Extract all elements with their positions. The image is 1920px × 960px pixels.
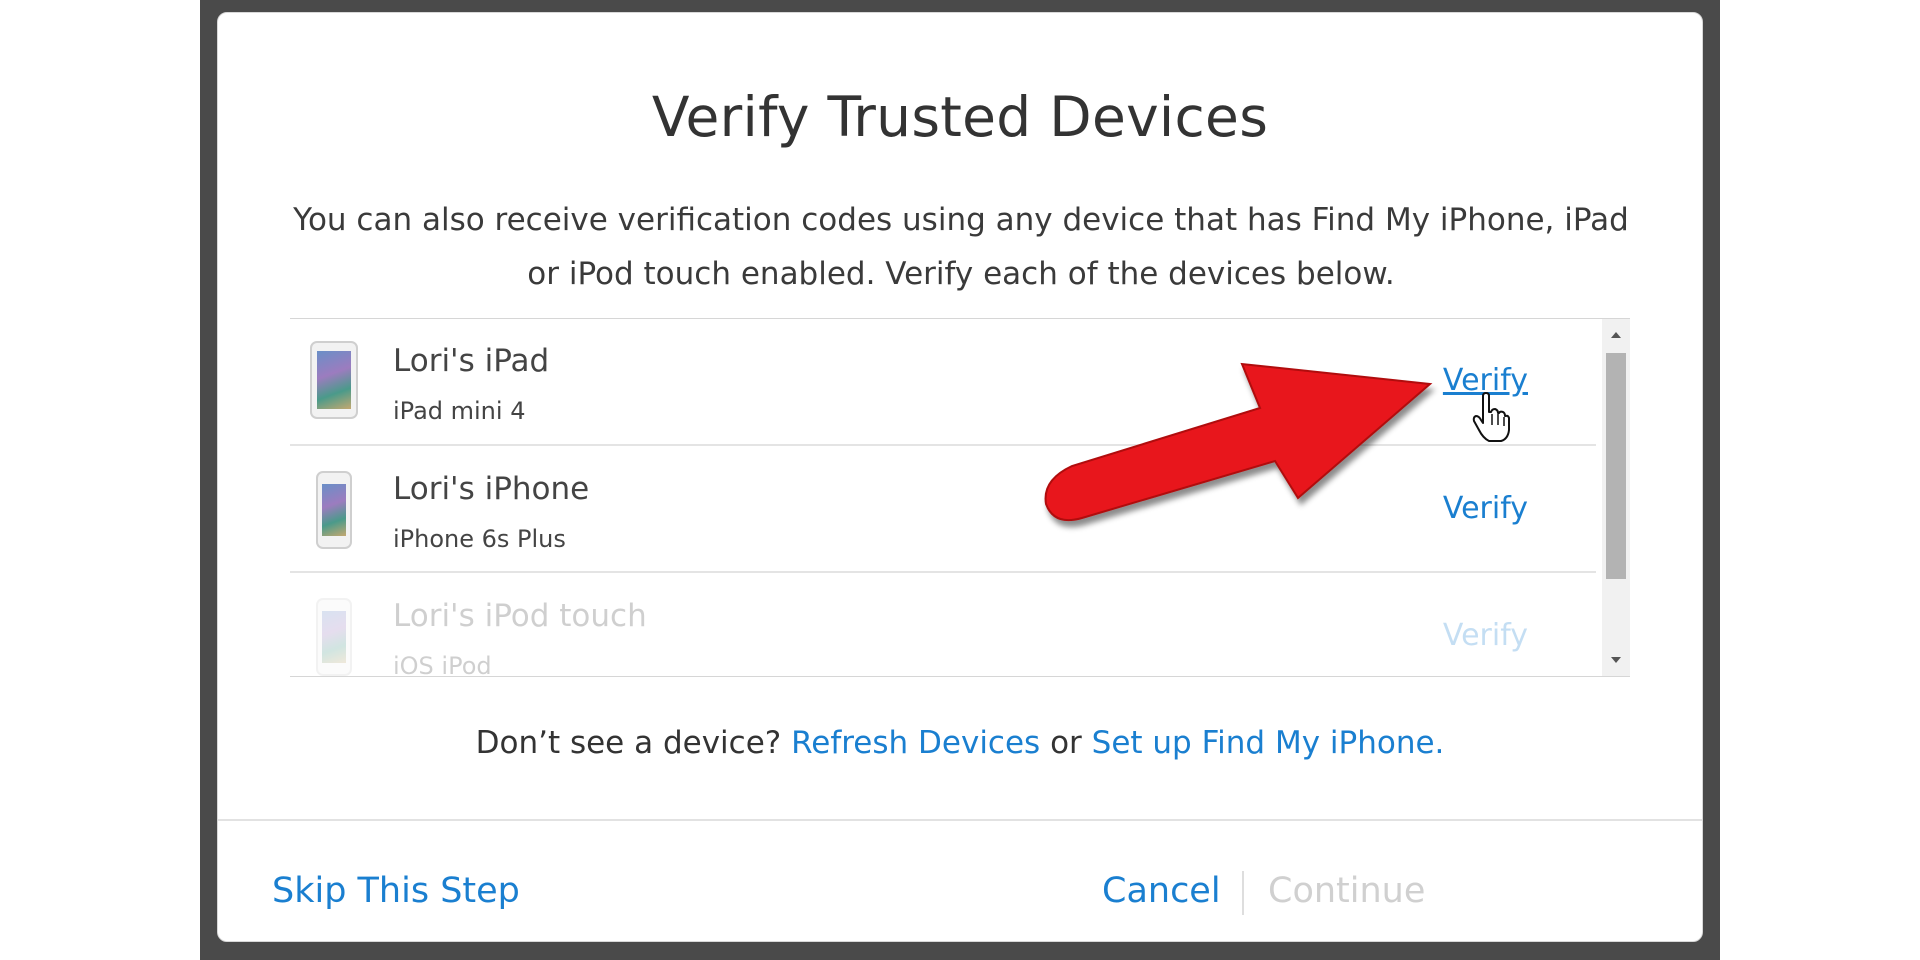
missing-device-or: or [1050, 725, 1082, 761]
ipod-icon [316, 598, 352, 676]
verify-iphone-link[interactable]: Verify [1443, 491, 1528, 526]
footer-divider [218, 819, 1702, 821]
missing-device-note: Don’t see a device? Refresh Devices or S… [218, 725, 1702, 761]
cancel-button[interactable]: Cancel [1102, 871, 1221, 911]
hand-cursor-icon [1472, 392, 1510, 442]
continue-button: Continue [1268, 871, 1426, 911]
device-name: Lori's iPhone [393, 471, 590, 507]
missing-device-prefix: Don’t see a device? [475, 725, 782, 761]
device-model: iPad mini 4 [393, 397, 526, 425]
device-model: iPhone 6s Plus [393, 525, 566, 553]
setup-find-my-iphone-link[interactable]: Set up Find My iPhone. [1092, 725, 1445, 761]
refresh-devices-link[interactable]: Refresh Devices [791, 725, 1040, 761]
subtitle-line-2: or iPod touch enabled. Verify each of th… [527, 256, 1395, 292]
scroll-down-arrow-icon[interactable] [1602, 646, 1630, 674]
device-row-ipod: Lori's iPod touch iOS iPod Verify [290, 573, 1596, 677]
action-separator [1242, 871, 1244, 915]
iphone-icon [316, 471, 352, 549]
device-model: iOS iPod [393, 652, 492, 677]
verify-trusted-devices-dialog: Verify Trusted Devices You can also rece… [217, 12, 1703, 942]
skip-this-step-link[interactable]: Skip This Step [272, 871, 520, 911]
ipad-icon [310, 341, 358, 419]
dialog-subtitle: You can also receive verification codes … [278, 193, 1644, 301]
annotation-arrow-icon [1044, 362, 1433, 522]
verify-ipod-link[interactable]: Verify [1443, 618, 1528, 653]
dialog-title: Verify Trusted Devices [651, 85, 1269, 149]
list-scrollbar[interactable] [1602, 319, 1630, 676]
device-name: Lori's iPod touch [393, 598, 647, 634]
device-name: Lori's iPad [393, 343, 550, 379]
subtitle-line-1: You can also receive verification codes … [293, 202, 1629, 238]
scroll-thumb[interactable] [1606, 353, 1626, 579]
scroll-up-arrow-icon[interactable] [1602, 321, 1630, 349]
